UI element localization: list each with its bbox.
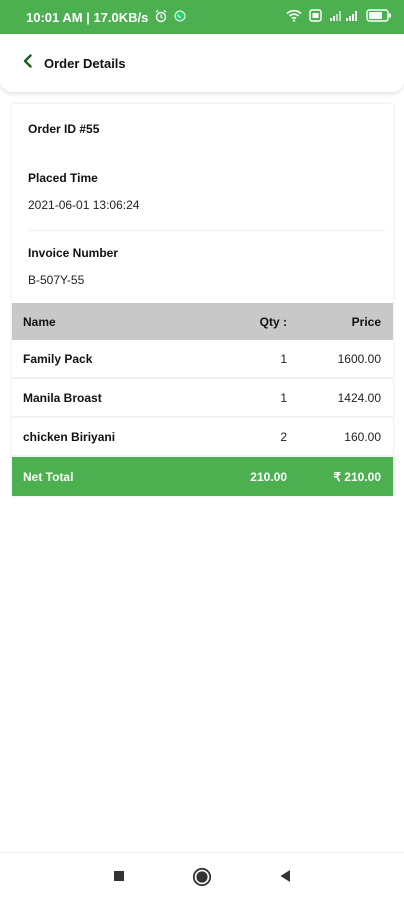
invoice-number-value: B-507Y-55 [28, 273, 85, 287]
table-header-row: Name Qty : Price [12, 303, 393, 340]
back-button[interactable] [18, 53, 38, 73]
page-title: Order Details [44, 55, 126, 71]
item-price: 160.00 [344, 429, 381, 444]
invoice-number-label: Invoice Number [28, 246, 119, 260]
order-details-card: Order ID #55 Placed Time 2021-06-01 13:0… [12, 104, 393, 496]
status-time-speed: 10:01 AM | 17.0KB/s [26, 9, 149, 25]
divider [28, 230, 385, 231]
net-total-row: Net Total 210.00 ₹ 210.00 [12, 457, 393, 496]
back-triangle-icon[interactable] [279, 869, 291, 888]
item-name: Manila Broast [23, 390, 102, 405]
net-total-qty-value: 210.00 [250, 469, 287, 484]
item-qty: 1 [280, 351, 287, 366]
item-qty: 2 [280, 429, 287, 444]
system-nav-bar [0, 852, 404, 900]
table-row: Manila Broast 1 1424.00 [12, 379, 393, 418]
header-name: Name [23, 314, 56, 329]
recents-square-icon[interactable] [113, 869, 125, 887]
order-id: Order ID #55 [28, 122, 100, 136]
signal-icon [329, 10, 359, 25]
whatsapp-icon [174, 10, 186, 25]
table-row: Family Pack 1 1600.00 [12, 340, 393, 379]
battery-icon [366, 9, 392, 25]
item-name: chicken Biriyani [23, 429, 116, 444]
sim-icon [309, 9, 322, 25]
status-bar: 10:01 AM | 17.0KB/s [0, 0, 404, 34]
header-qty: Qty : [259, 314, 287, 329]
placed-time-value: 2021-06-01 13:06:24 [28, 198, 140, 212]
order-items-table: Name Qty : Price Family Pack 1 1600.00 M… [12, 303, 393, 496]
table-row: chicken Biriyani 2 160.00 [12, 418, 393, 457]
item-qty: 1 [280, 390, 287, 405]
chevron-left-icon [22, 53, 34, 73]
placed-time-label: Placed Time [28, 171, 98, 185]
item-price: 1424.00 [337, 390, 381, 405]
item-price: 1600.00 [337, 351, 381, 366]
net-total-price-value: ₹ 210.00 [333, 469, 381, 484]
home-circle-icon[interactable] [192, 867, 212, 892]
item-name: Family Pack [23, 351, 93, 366]
alarm-icon [154, 9, 168, 26]
header-price: Price [351, 314, 381, 329]
wifi-icon [286, 9, 302, 25]
net-total-label: Net Total [23, 469, 74, 484]
app-bar: Order Details [0, 34, 404, 92]
